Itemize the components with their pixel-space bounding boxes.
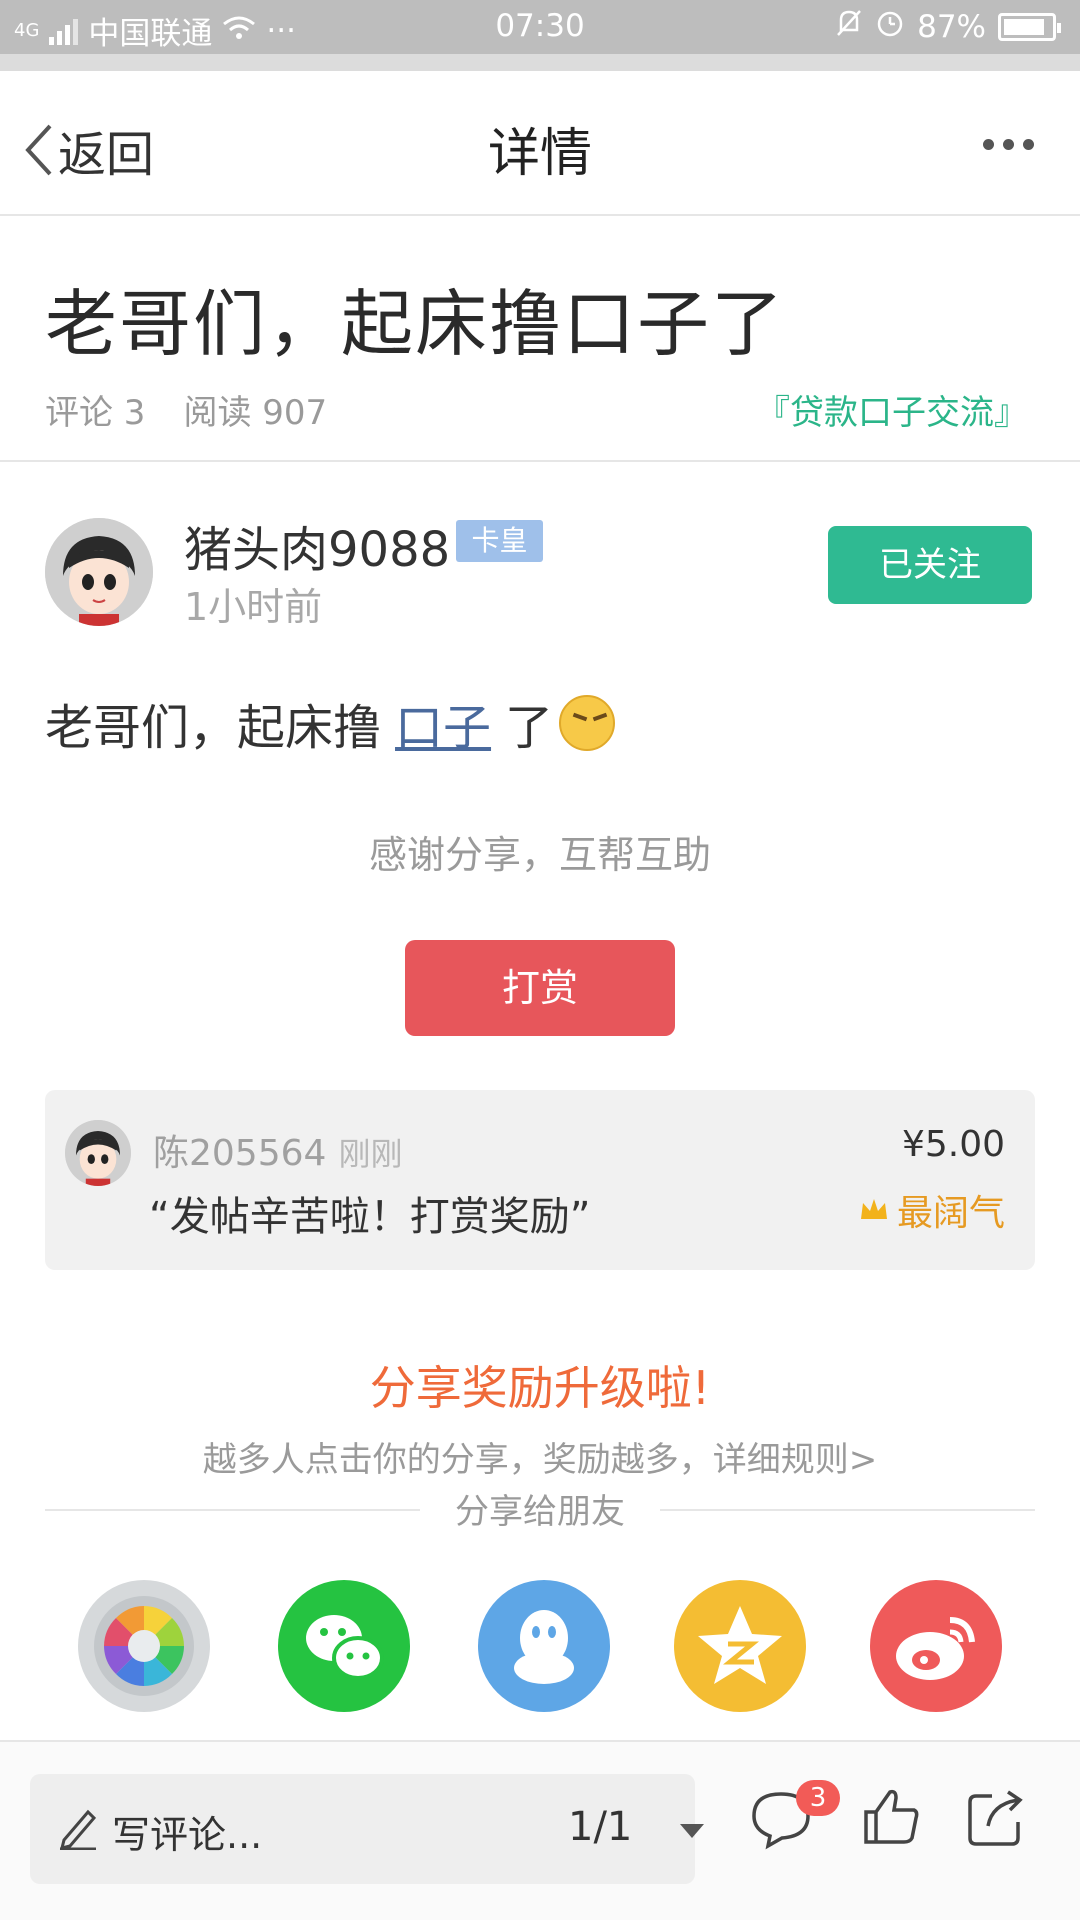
comment-badge: 3 [796,1780,840,1816]
share-to-label: 分享给朋友 [455,1492,625,1532]
more-dot-icon [1003,139,1014,150]
status-bar: 4G 中国联通 ··· 07:30 87% [0,0,1080,54]
follow-button[interactable]: 已关注 [828,526,1032,604]
share-rules-link[interactable]: 越多人点击你的分享，奖励越多，详细规则> [0,1432,1080,1481]
reward-time: 刚刚 [338,1135,403,1173]
rewarder-info: 陈205564 刚刚 [153,1124,402,1176]
more-button[interactable] [983,139,1034,150]
page-indicator[interactable]: 1/1 [568,1804,632,1850]
more-dot-icon [1023,139,1034,150]
comment-placeholder: 写评论... [112,1813,263,1857]
rank-badge: 卡皇 [456,520,543,562]
reward-record: 陈205564 刚刚 “发帖辛苦啦！打赏奖励” ¥5.00 最阔气 [45,1090,1035,1270]
divider [0,460,1080,462]
comment-input[interactable]: 写评论... 1/1 [30,1774,704,1884]
avatar-image [65,1120,131,1186]
category-link[interactable]: 『贷款口子交流』 [756,385,1028,434]
share-icons [0,1580,1080,1715]
body-text-suffix: 了 [505,700,554,756]
body-link[interactable]: 口子 [395,688,491,758]
moments-icon[interactable] [78,1580,210,1712]
reward-tag-label: 最阔气 [896,1193,1005,1234]
share-icon [968,1790,1023,1846]
crown-icon [860,1199,887,1219]
caret-down-icon[interactable] [680,1824,704,1838]
rewarder-name[interactable]: 陈205564 [153,1133,326,1174]
more-dot-icon [983,139,994,150]
alarm-icon [875,8,905,46]
author-name[interactable]: 猪头肉9088 [184,510,450,580]
qzone-icon[interactable] [674,1580,806,1712]
share-button[interactable] [962,1782,1032,1852]
avatar-image [45,518,153,626]
post-time: 1小时前 [184,585,323,629]
reward-amount: ¥5.00 [901,1124,1005,1165]
share-title: 分享奖励升级啦! [369,1361,711,1415]
rewarder-avatar[interactable] [65,1120,131,1186]
pencil-icon [59,1809,97,1850]
page-title: 详情 [487,124,592,184]
reward-tag: 最阔气 [859,1184,1005,1236]
smirk-emoji-icon [559,695,616,751]
read-count: 阅读 907 [183,393,328,433]
nav-bar: 返回 详情 [0,71,1080,216]
post-meta: 评论 3 阅读 907 [45,385,327,434]
reward-button[interactable]: 打赏 [405,940,675,1036]
post-title: 老哥们，起床撸口子了 [45,282,786,366]
battery-percent: 87% [917,9,986,45]
like-button[interactable] [856,1782,926,1852]
comment-count: 评论 3 [45,393,146,433]
body-text-prefix: 老哥们，起床撸 [45,700,382,756]
battery-icon [998,13,1061,41]
weibo-icon[interactable] [870,1580,1002,1712]
thanks-text: 感谢分享，互帮互助 [368,833,711,877]
thumbs-up-icon [864,1789,919,1844]
author-avatar[interactable] [45,518,153,626]
qq-icon[interactable] [478,1580,610,1712]
post-body: 老哥们，起床撸 口子 了 [45,688,616,758]
reward-message: “发帖辛苦啦！打赏奖励” [149,1194,591,1240]
status-strip [0,54,1080,71]
wechat-icon[interactable] [278,1580,410,1712]
bottom-bar: 写评论... 1/1 3 [0,1742,1080,1920]
mute-icon [835,8,863,46]
